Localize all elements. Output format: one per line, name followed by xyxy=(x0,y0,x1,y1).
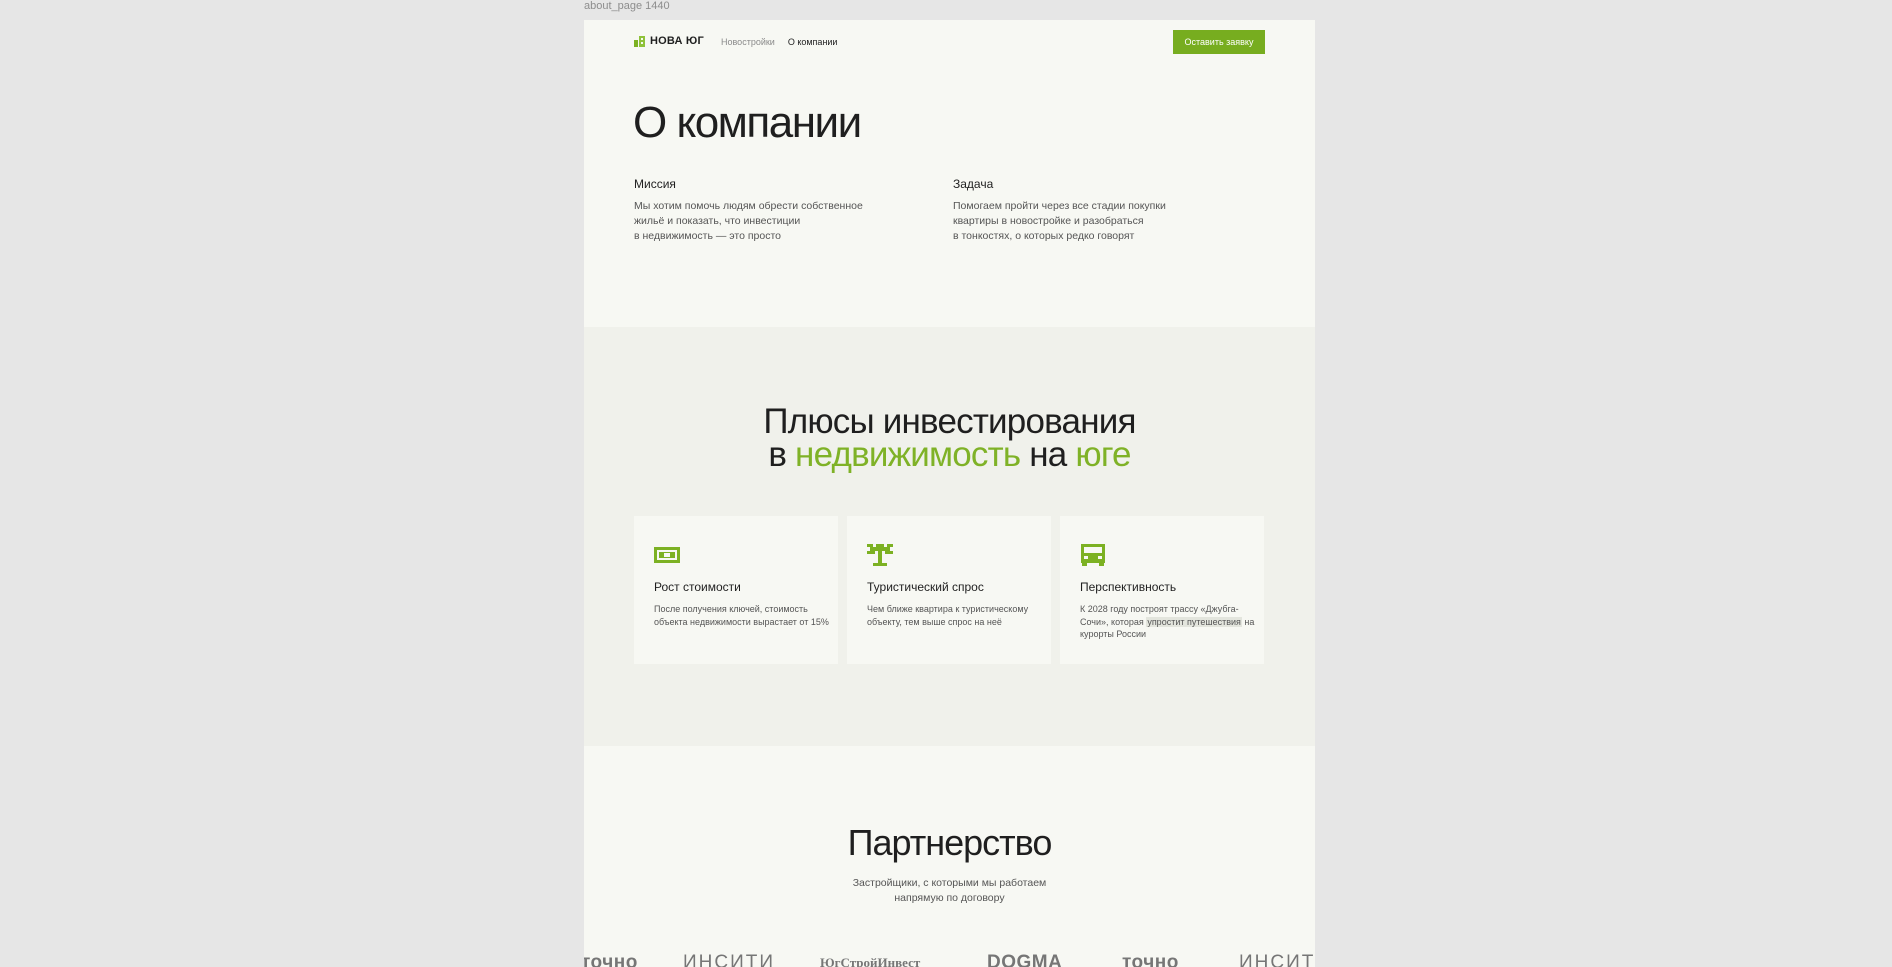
task-block: Задача Помогаем пройти через все стадии … xyxy=(953,177,1213,244)
palm-tree-icon xyxy=(867,544,893,566)
partners-title: Партнерство xyxy=(847,822,1053,863)
brand-name: НОВА ЮГ xyxy=(650,35,704,47)
building-logo-icon xyxy=(634,35,645,47)
partner-logo-insiti[interactable]: ИНСИТИ xyxy=(683,952,775,967)
task-text: Помогаем пройти через все стадии покупки… xyxy=(953,200,1166,242)
nav-item-about[interactable]: О компании xyxy=(788,37,838,47)
benefit-title: Рост стоимости xyxy=(654,580,741,594)
partner-logo-yugstroyinvest[interactable]: ЮгСтройИнвест xyxy=(820,955,920,967)
partner-logo-dogma[interactable]: DOGMA xyxy=(987,952,1062,967)
partner-logo-insiti[interactable]: ИНСИТИ xyxy=(1239,952,1315,967)
main-nav: Новостройки О компании xyxy=(721,37,837,47)
benefit-text: К 2028 году построят трассу «Джубга-Сочи… xyxy=(1080,603,1255,641)
benefit-title: Туристический спрос xyxy=(867,580,984,594)
benefit-card-tourism: Туристический спрос Чем ближе квартира к… xyxy=(847,516,1051,664)
mission-heading: Миссия xyxy=(634,177,676,191)
benefits-section: Плюсы инвестирования в недвижимость на ю… xyxy=(584,327,1315,746)
benefit-text: После получения ключей, стоимость объект… xyxy=(654,604,829,627)
brand-logo[interactable]: НОВА ЮГ xyxy=(634,35,704,47)
mission-text: Мы хотим помочь людям обрести собственно… xyxy=(634,200,863,242)
money-icon xyxy=(654,547,680,563)
page-title: О компании xyxy=(633,98,862,147)
site-header: НОВА ЮГ Новостройки О компании Оставить … xyxy=(584,20,1315,64)
benefits-title-word-na: на xyxy=(1029,435,1067,474)
partners-subtitle: Застройщики, с которыми мы работаем напр… xyxy=(852,877,1047,904)
benefits-title-word-v: в xyxy=(768,435,787,474)
bus-icon xyxy=(1081,544,1105,566)
about-page: НОВА ЮГ Новостройки О компании Оставить … xyxy=(584,20,1315,967)
partner-logo-tochno[interactable]: точно xyxy=(584,952,638,967)
task-heading: Задача xyxy=(953,177,994,191)
benefit-text-highlight: упростит путешествия xyxy=(1146,616,1242,627)
benefit-card-prospects: Перспективность К 2028 году построят тра… xyxy=(1060,516,1264,664)
partner-logo-tochno[interactable]: точно xyxy=(1122,952,1179,967)
benefits-title-highlight-south: юге xyxy=(1075,435,1131,474)
frame-label: about_page 1440 xyxy=(584,0,670,12)
benefit-title: Перспективность xyxy=(1080,580,1177,594)
partner-logos-strip: точно ИНСИТИ ЮгСтройИнвест DOGMA точно И… xyxy=(584,952,1315,967)
mission-block: Миссия Мы хотим помочь людям обрести соб… xyxy=(634,177,894,244)
nav-item-novostroyki[interactable]: Новостройки xyxy=(721,37,775,47)
leave-request-button[interactable]: Оставить заявку xyxy=(1173,30,1265,54)
benefit-card-growth: Рост стоимости После получения ключей, с… xyxy=(634,516,838,664)
benefits-title-highlight-realty: недвижимость xyxy=(795,435,1021,474)
benefits-title: Плюсы инвестирования в недвижимость на ю… xyxy=(584,404,1315,474)
benefit-text: Чем ближе квартира к туристическому объе… xyxy=(867,604,1029,627)
